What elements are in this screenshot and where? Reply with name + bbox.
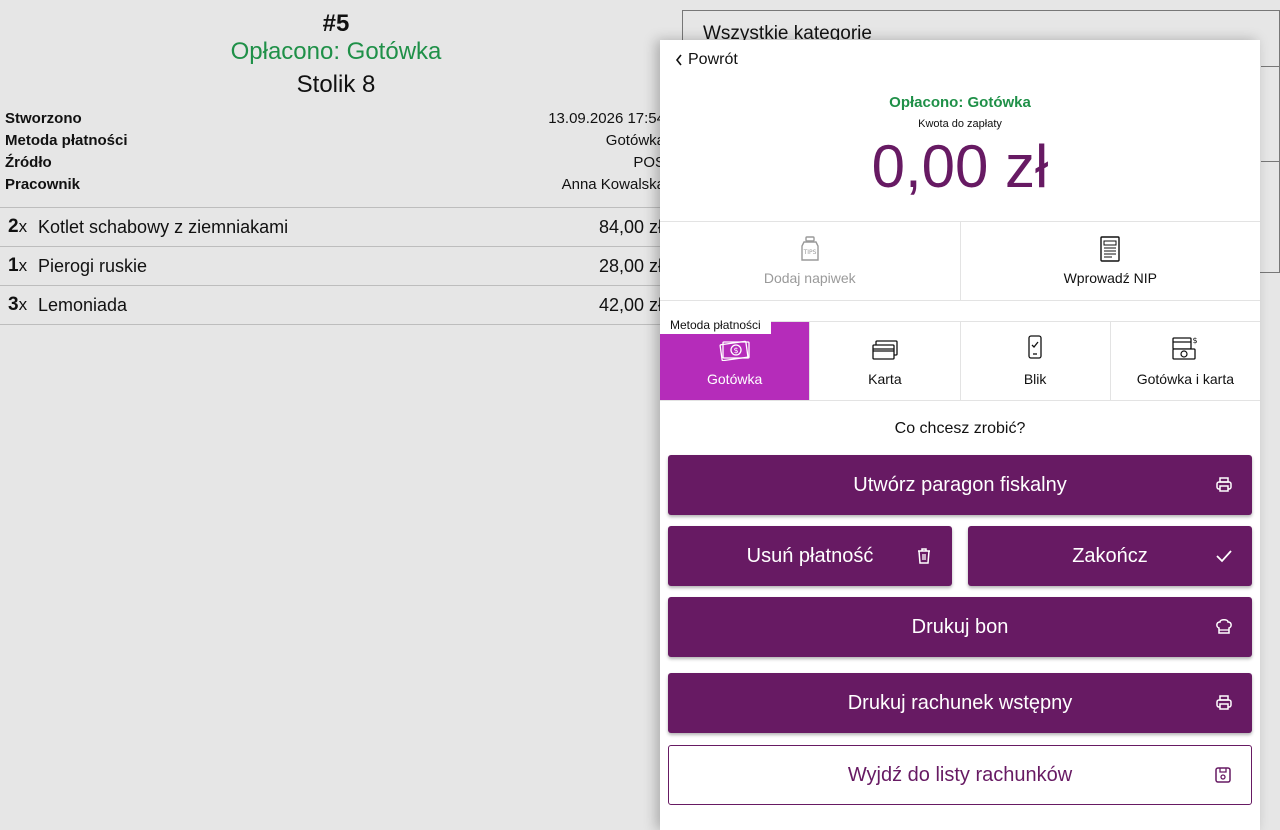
add-tip-label: Dodaj napiwek [763, 270, 856, 286]
item-qty: 3x [8, 294, 28, 315]
button-label: Wyjdź do listy rachunków [847, 763, 1073, 786]
create-fiscal-receipt-button[interactable]: Utwórz paragon fiskalny [668, 455, 1252, 515]
button-label: Utwórz paragon fiskalny [853, 473, 1067, 496]
button-label: Drukuj bon [911, 615, 1009, 638]
save-icon [1215, 767, 1231, 783]
exit-to-bills-list-button[interactable]: Wyjdź do listy rachunków [668, 745, 1252, 805]
meta-row-payment-method: Metoda płatności Gotówka [5, 130, 665, 152]
action-question: Co chcesz zrobić? [894, 420, 1026, 437]
method-label: Karta [868, 371, 902, 387]
method-blik[interactable]: Blik [959, 322, 1110, 400]
divider [1261, 66, 1280, 67]
button-label: Usuń płatność [746, 544, 874, 567]
order-item[interactable]: 2x Kotlet schabowy z ziemniakami 84,00 z… [0, 208, 672, 247]
item-name: Lemoniada [38, 294, 128, 315]
method-label: Gotówka [707, 371, 763, 387]
back-label: Powrót [688, 51, 738, 68]
button-label: Zakończ [1072, 544, 1148, 567]
check-icon [1216, 550, 1232, 563]
meta-row-employee: Pracownik Anna Kowalska [5, 174, 665, 196]
order-item[interactable]: 1x Pierogi ruskie 28,00 zł [0, 247, 672, 286]
paid-status: Opłacono: Gotówka [889, 94, 1031, 111]
meta-key: Metoda płatności [5, 132, 128, 149]
cash-and-card-icon: $ [1172, 336, 1198, 360]
svg-text:$: $ [1193, 336, 1198, 345]
item-name: Pierogi ruskie [38, 255, 148, 276]
order-number: #5 [322, 10, 350, 37]
order-table: Stolik 8 [296, 71, 376, 98]
phone-icon [1028, 335, 1042, 359]
button-label: Drukuj rachunek wstępny [847, 691, 1073, 714]
item-price: 28,00 zł [598, 255, 662, 276]
delete-payment-button[interactable]: Usuń płatność [668, 526, 952, 586]
meta-key: Pracownik [5, 176, 81, 193]
svg-text:$: $ [733, 346, 738, 355]
meta-key: Stworzono [5, 110, 82, 127]
order-panel: #5 Opłacono: Gotówka Stolik 8 Stworzono … [0, 0, 672, 830]
payment-modal: Powrót Opłacono: Gotówka Kwota do zapłat… [660, 40, 1260, 830]
svg-text:TIPS: TIPS [802, 249, 816, 256]
payment-method-tag: Metoda płatności [660, 316, 771, 334]
meta-row-created: Stworzono 13.09.2026 17:54 [5, 108, 665, 130]
item-qty: 2x [8, 216, 28, 237]
print-kitchen-ticket-button[interactable]: Drukuj bon [668, 597, 1252, 657]
meta-value: Anna Kowalska [561, 176, 665, 193]
method-label: Gotówka i karta [1136, 371, 1234, 387]
meta-key: Źródło [5, 154, 52, 171]
finish-button[interactable]: Zakończ [968, 526, 1252, 586]
divider [1261, 161, 1280, 162]
printer-icon [1216, 695, 1232, 710]
order-items-list: 2x Kotlet schabowy z ziemniakami 84,00 z… [0, 207, 672, 325]
method-cash-and-card[interactable]: $ Gotówka i karta [1109, 322, 1260, 400]
enter-nip-button[interactable]: Wprowadź NIP [959, 222, 1261, 300]
tip-jar-icon: TIPS [801, 236, 819, 261]
back-button[interactable]: Powrót [674, 51, 738, 69]
print-pre-bill-button[interactable]: Drukuj rachunek wstępny [668, 673, 1252, 733]
trash-icon [918, 548, 930, 564]
payment-extras: TIPS Dodaj napiwek Wprowadź NIP [660, 221, 1260, 301]
credit-card-icon [872, 340, 898, 360]
meta-value: Gotówka [605, 132, 665, 149]
item-name: Kotlet schabowy z ziemniakami [38, 216, 289, 237]
item-qty: 1x [8, 255, 28, 276]
cash-icon: $ [719, 340, 750, 361]
add-tip-button[interactable]: TIPS Dodaj napiwek [660, 222, 960, 300]
printer-icon [1216, 477, 1232, 492]
amount-due: 0,00 zł [871, 133, 1049, 200]
receipt-nip-icon [1100, 236, 1120, 262]
order-meta: Stworzono 13.09.2026 17:54 Metoda płatno… [5, 108, 665, 196]
item-price: 84,00 zł [598, 216, 662, 237]
chef-hat-icon [1216, 619, 1232, 634]
meta-value: 13.09.2026 17:54 [548, 110, 665, 127]
meta-row-source: Źródło POS [5, 152, 665, 174]
order-status: Opłacono: Gotówka [230, 38, 442, 65]
chevron-left-icon [675, 54, 682, 66]
enter-nip-label: Wprowadź NIP [1063, 270, 1157, 286]
order-item[interactable]: 3x Lemoniada 42,00 zł [0, 286, 672, 325]
item-price: 42,00 zł [598, 294, 662, 315]
method-label: Blik [1023, 371, 1047, 387]
method-card[interactable]: Karta [809, 322, 959, 400]
amount-due-label: Kwota do zapłaty [918, 118, 1002, 130]
